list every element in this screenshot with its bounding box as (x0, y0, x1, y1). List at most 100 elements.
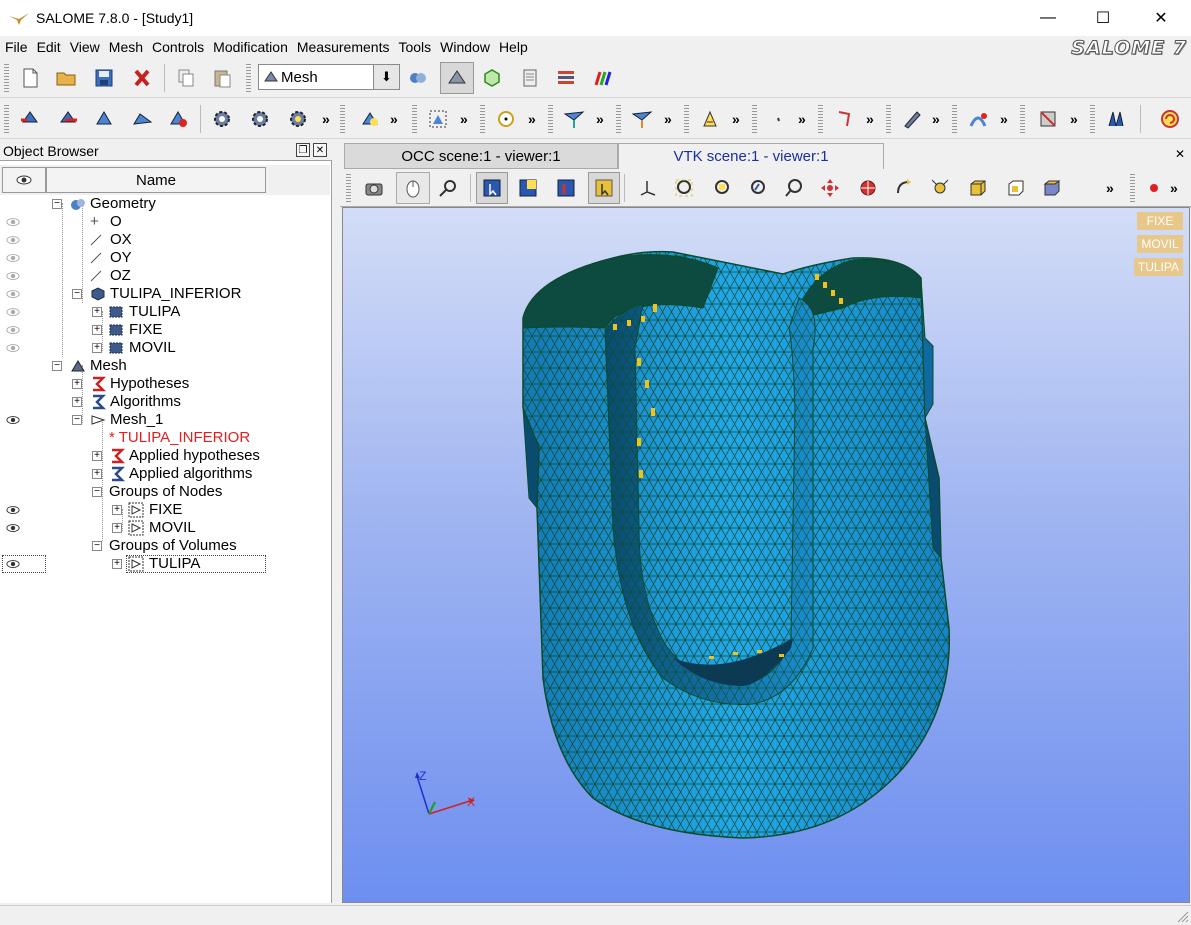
table-icon[interactable] (552, 64, 580, 92)
panel-splitter[interactable] (333, 141, 339, 903)
menu-view[interactable]: View (65, 36, 104, 58)
tree-row-oz[interactable]: OZ (0, 267, 330, 285)
fit-all-icon[interactable] (670, 174, 698, 202)
fit-area-icon[interactable] (708, 174, 736, 202)
tree-row-groups-of-volumes[interactable]: − Groups of Volumes (0, 537, 330, 555)
reset-view-icon[interactable] (926, 174, 954, 202)
toolbar-extension-icon[interactable]: » (1106, 180, 1114, 196)
eye-icon[interactable] (6, 235, 20, 245)
dump-view-icon[interactable] (360, 174, 388, 202)
collapse-icon[interactable]: − (72, 289, 82, 299)
menu-edit[interactable]: Edit (32, 36, 65, 58)
eye-icon[interactable] (6, 343, 20, 353)
fit-selection-icon[interactable] (744, 174, 772, 202)
eye-icon[interactable] (6, 505, 20, 515)
modification-icon[interactable] (628, 105, 656, 133)
toolbar-extension-icon[interactable]: » (1070, 111, 1078, 127)
toolbar-grip[interactable] (952, 105, 957, 133)
vtk-3d-viewport[interactable]: FIXE MOVIL TULIPA Z X (342, 207, 1190, 903)
remove-elements-icon[interactable] (560, 105, 588, 133)
expand-icon[interactable]: + (92, 325, 102, 335)
front-view-icon[interactable] (964, 174, 992, 202)
toolbar-grip[interactable] (886, 105, 891, 133)
create-mesh-icon[interactable] (90, 105, 118, 133)
zoom-window-icon[interactable] (434, 174, 462, 202)
toolbar-grip[interactable] (246, 64, 251, 92)
toolbar-grip[interactable] (1130, 174, 1135, 202)
toolbar-extension-icon[interactable]: » (664, 111, 672, 127)
close-document-icon[interactable] (128, 64, 156, 92)
tab-vtk-viewer[interactable]: VTK scene:1 - viewer:1 (618, 143, 884, 169)
toolbar-grip[interactable] (340, 105, 345, 133)
minimize-button[interactable]: — (1025, 0, 1071, 36)
notebook-icon[interactable] (516, 64, 544, 92)
menu-help[interactable]: Help (494, 36, 532, 58)
collapse-icon[interactable]: − (52, 361, 62, 371)
tree-row-mesh-1[interactable]: − Mesh_1 (0, 411, 330, 429)
toolbar-extension-icon[interactable]: » (460, 111, 468, 127)
preview-gear-icon[interactable] (284, 105, 312, 133)
module-selector-dropdown-icon[interactable]: ⬇ (373, 65, 399, 89)
back-view-icon[interactable] (1002, 174, 1030, 202)
collapse-icon[interactable]: − (92, 487, 102, 497)
copy-icon[interactable] (172, 64, 200, 92)
toolbar-extension-icon[interactable]: » (932, 111, 940, 127)
expand-icon[interactable]: + (112, 505, 122, 515)
maximize-button[interactable]: ☐ (1080, 0, 1126, 36)
select-faces-icon[interactable] (552, 174, 580, 202)
create-submesh-icon[interactable] (128, 105, 156, 133)
tree-row-tulipa-volumes[interactable]: + TULIPA (0, 555, 330, 573)
reload-icon[interactable] (1156, 105, 1184, 133)
eye-icon[interactable] (6, 217, 20, 227)
open-folder-icon[interactable] (52, 64, 80, 92)
paste-icon[interactable] (208, 64, 236, 92)
close-button[interactable]: ✕ (1138, 0, 1184, 36)
tree-row-tulipa-inferior-ref[interactable]: * TULIPA_INFERIOR (0, 429, 330, 447)
pan-icon[interactable] (816, 174, 844, 202)
add-0d-element-icon[interactable] (964, 105, 992, 133)
scale-icon[interactable] (1034, 105, 1062, 133)
smesh-cube-icon[interactable] (478, 64, 506, 92)
expand-icon[interactable]: + (72, 397, 82, 407)
menu-window[interactable]: Window (435, 36, 494, 58)
eye-icon[interactable] (6, 523, 20, 533)
eye-icon[interactable] (6, 271, 20, 281)
color-bars-icon[interactable] (590, 64, 618, 92)
tree-row-geometry[interactable]: − Geometry (0, 195, 330, 213)
select-volumes-icon[interactable] (588, 172, 620, 204)
toolbar-grip[interactable] (616, 105, 621, 133)
create-group-icon[interactable] (164, 105, 192, 133)
evaluate-gear-icon[interactable] (246, 105, 274, 133)
measure-point-icon[interactable] (764, 105, 792, 133)
top-view-icon[interactable] (1038, 174, 1066, 202)
menu-file[interactable]: File (0, 36, 32, 58)
geometry-module-icon[interactable] (404, 64, 432, 92)
interaction-mode-icon[interactable] (396, 172, 430, 204)
tree-row-tulipa-inferior-geom[interactable]: − TULIPA_INFERIOR (0, 285, 330, 303)
compute-gear-icon[interactable] (208, 105, 236, 133)
tree-row-movil-geom[interactable]: + MOVIL (0, 339, 330, 357)
eye-icon[interactable] (6, 289, 20, 299)
toolbar-extension-icon[interactable]: » (322, 111, 330, 127)
selection-filter-icon[interactable] (424, 105, 452, 133)
global-pan-icon[interactable] (854, 174, 882, 202)
close-tab-icon[interactable]: ✕ (1175, 147, 1185, 161)
toolbar-extension-icon[interactable]: » (1000, 111, 1008, 127)
tree-row-applied-algorithms[interactable]: + Applied algorithms (0, 465, 330, 483)
close-panel-icon[interactable]: ✕ (313, 143, 327, 157)
menu-controls[interactable]: Controls (147, 36, 208, 58)
eye-icon[interactable] (6, 325, 20, 335)
tree-row-o[interactable]: + O (0, 213, 330, 231)
toolbar-grip[interactable] (684, 105, 689, 133)
toolbar-grip[interactable] (818, 105, 823, 133)
tree-row-algorithms[interactable]: + Algorithms (0, 393, 330, 411)
name-column-header[interactable]: Name (46, 167, 266, 193)
trihedron-icon[interactable] (634, 174, 662, 202)
tree-row-mesh[interactable]: − Mesh (0, 357, 330, 375)
add-node-icon[interactable] (492, 105, 520, 133)
tree-row-ox[interactable]: OX (0, 231, 330, 249)
eye-icon[interactable] (6, 253, 20, 263)
expand-icon[interactable]: + (92, 451, 102, 461)
menu-modification[interactable]: Modification (208, 36, 292, 58)
menu-tools[interactable]: Tools (393, 36, 435, 58)
